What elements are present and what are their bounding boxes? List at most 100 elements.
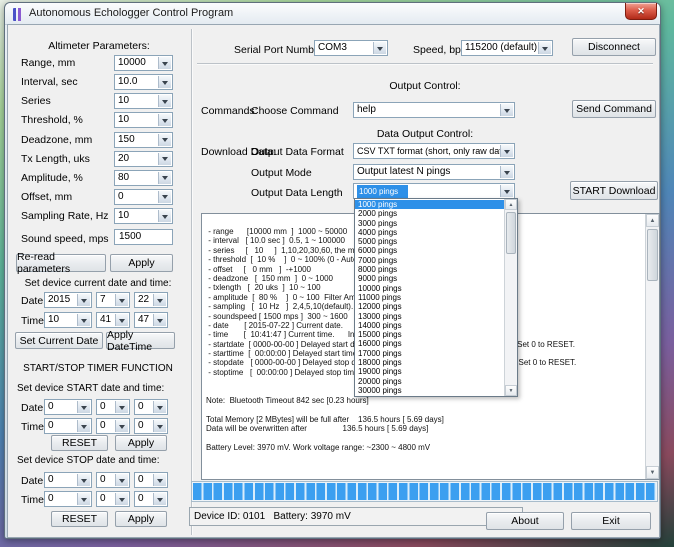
chevron-down-icon[interactable] — [158, 114, 171, 126]
dropdown-option[interactable]: 6000 pings — [355, 246, 504, 255]
param-combo[interactable]: 10.0 — [114, 74, 173, 90]
dropdown-option[interactable]: 19000 pings — [355, 367, 504, 376]
chevron-down-icon[interactable] — [115, 493, 128, 505]
chevron-down-icon[interactable] — [153, 314, 166, 326]
apply-datetime-button[interactable]: Apply DateTime — [106, 332, 175, 349]
stop-hour-combo[interactable]: 0 — [44, 491, 92, 507]
chevron-down-icon[interactable] — [115, 474, 128, 486]
dropdown-option[interactable]: 16000 pings — [355, 339, 504, 348]
dropdown-option[interactable]: 3000 pings — [355, 219, 504, 228]
chevron-down-icon[interactable] — [77, 401, 90, 413]
stop-minute-combo[interactable]: 0 — [96, 491, 130, 507]
dropdown-scrollbar[interactable]: ▲ ▼ — [504, 199, 517, 396]
dropdown-option[interactable]: 11000 pings — [355, 293, 504, 302]
dropdown-option[interactable]: 9000 pings — [355, 274, 504, 283]
chevron-down-icon[interactable] — [500, 104, 513, 116]
dropdown-option[interactable]: 1000 pings — [355, 200, 504, 209]
current-month-combo[interactable]: 7 — [96, 292, 130, 308]
start-month-combo[interactable]: 0 — [96, 399, 130, 415]
chevron-down-icon[interactable] — [158, 153, 171, 165]
send-command-button[interactable]: Send Command — [572, 100, 656, 118]
chevron-down-icon[interactable] — [158, 191, 171, 203]
close-button[interactable]: ✕ — [625, 3, 657, 20]
scroll-down-icon[interactable]: ▼ — [505, 385, 517, 396]
console-scrollbar[interactable]: ▲ ▼ — [645, 214, 659, 479]
chevron-down-icon[interactable] — [158, 76, 171, 88]
dropdown-option[interactable]: 4000 pings — [355, 228, 504, 237]
chevron-down-icon[interactable] — [153, 493, 166, 505]
apply-parameters-button[interactable]: Apply — [110, 254, 173, 272]
start-day-combo[interactable]: 0 — [134, 399, 168, 415]
dropdown-option[interactable]: 13000 pings — [355, 312, 504, 321]
param-combo[interactable]: 150 — [114, 132, 173, 148]
chevron-down-icon[interactable] — [115, 420, 128, 432]
dropdown-option[interactable]: 5000 pings — [355, 237, 504, 246]
chevron-down-icon[interactable] — [153, 420, 166, 432]
stop-month-combo[interactable]: 0 — [96, 472, 130, 488]
current-year-combo[interactable]: 2015 — [44, 292, 92, 308]
chevron-down-icon[interactable] — [500, 145, 513, 157]
chevron-down-icon[interactable] — [158, 57, 171, 69]
dropdown-option[interactable]: 10000 pings — [355, 284, 504, 293]
output-mode-combo[interactable]: Output latest N pings — [353, 164, 515, 180]
chevron-down-icon[interactable] — [500, 185, 513, 197]
start-hour-combo[interactable]: 0 — [44, 418, 92, 434]
chevron-down-icon[interactable] — [77, 294, 90, 306]
output-length-combo[interactable]: 1000 pings — [353, 183, 515, 199]
output-format-combo[interactable]: CSV TXT format (short, only raw data) — [353, 143, 515, 159]
start-reset-button[interactable]: RESET — [51, 435, 108, 451]
chevron-down-icon[interactable] — [373, 42, 386, 54]
dropdown-option[interactable]: 2000 pings — [355, 209, 504, 218]
dropdown-option[interactable]: 20000 pings — [355, 377, 504, 386]
dropdown-option[interactable]: 18000 pings — [355, 358, 504, 367]
stop-year-combo[interactable]: 0 — [44, 472, 92, 488]
console-scrollbar-thumb[interactable] — [647, 229, 658, 281]
dropdown-option[interactable]: 12000 pings — [355, 302, 504, 311]
chevron-down-icon[interactable] — [153, 294, 166, 306]
chevron-down-icon[interactable] — [153, 474, 166, 486]
about-button[interactable]: About — [486, 512, 564, 530]
exit-button[interactable]: Exit — [571, 512, 651, 530]
current-hour-combo[interactable]: 10 — [44, 312, 92, 328]
chevron-down-icon[interactable] — [77, 420, 90, 432]
dropdown-scrollbar-thumb[interactable] — [506, 212, 516, 254]
chevron-down-icon[interactable] — [77, 314, 90, 326]
chevron-down-icon[interactable] — [500, 166, 513, 178]
param-combo[interactable]: 20 — [114, 151, 173, 167]
set-current-date-button[interactable]: Set Current Date — [15, 332, 103, 349]
start-apply-button[interactable]: Apply — [115, 435, 167, 451]
param-combo[interactable]: 10 — [114, 93, 173, 109]
start-minute-combo[interactable]: 0 — [96, 418, 130, 434]
dropdown-option[interactable]: 15000 pings — [355, 330, 504, 339]
current-day-combo[interactable]: 22 — [134, 292, 168, 308]
stop-second-combo[interactable]: 0 — [134, 491, 168, 507]
command-combo[interactable]: help — [353, 102, 515, 118]
stop-reset-button[interactable]: RESET — [51, 511, 108, 527]
start-download-button[interactable]: START Download — [570, 181, 658, 200]
scroll-down-icon[interactable]: ▼ — [646, 466, 659, 479]
chevron-down-icon[interactable] — [115, 294, 128, 306]
dropdown-option[interactable]: 14000 pings — [355, 321, 504, 330]
sound-speed-input[interactable]: 1500 — [114, 229, 173, 245]
dropdown-option[interactable]: 7000 pings — [355, 256, 504, 265]
param-combo[interactable]: 10 — [114, 208, 173, 224]
serial-port-combo[interactable]: COM3 — [314, 40, 388, 56]
stop-apply-button[interactable]: Apply — [115, 511, 167, 527]
start-year-combo[interactable]: 0 — [44, 399, 92, 415]
chevron-down-icon[interactable] — [538, 42, 551, 54]
chevron-down-icon[interactable] — [158, 134, 171, 146]
scroll-up-icon[interactable]: ▲ — [505, 199, 517, 210]
chevron-down-icon[interactable] — [158, 95, 171, 107]
titlebar[interactable]: Autonomous Echologger Control Program ✕ — [5, 3, 660, 25]
speed-combo[interactable]: 115200 (default) — [461, 40, 553, 56]
dropdown-option[interactable]: 8000 pings — [355, 265, 504, 274]
param-combo[interactable]: 0 — [114, 189, 173, 205]
chevron-down-icon[interactable] — [115, 401, 128, 413]
chevron-down-icon[interactable] — [115, 314, 128, 326]
param-combo[interactable]: 10000 — [114, 55, 173, 71]
param-combo[interactable]: 10 — [114, 112, 173, 128]
disconnect-button[interactable]: Disconnect — [572, 38, 656, 56]
chevron-down-icon[interactable] — [153, 401, 166, 413]
chevron-down-icon[interactable] — [158, 210, 171, 222]
chevron-down-icon[interactable] — [77, 493, 90, 505]
